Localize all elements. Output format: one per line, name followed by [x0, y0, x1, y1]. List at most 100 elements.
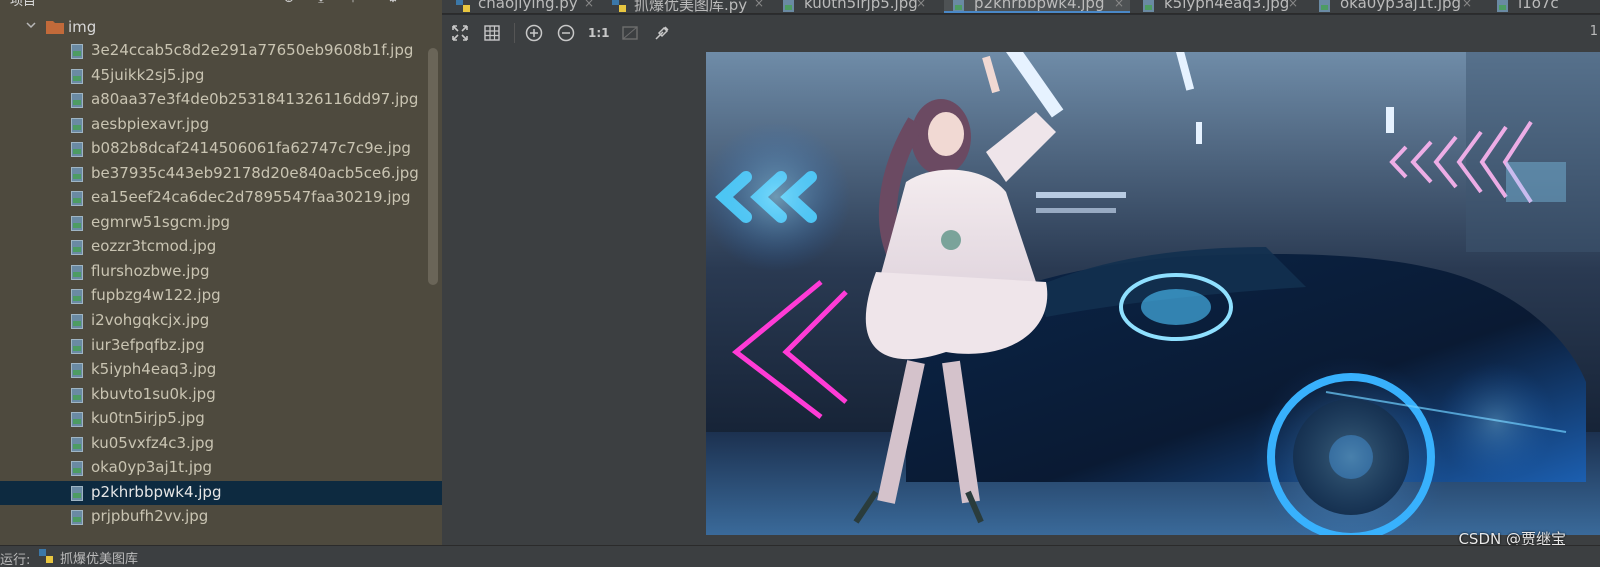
chevron-down-icon[interactable]: [25, 19, 37, 31]
tab-ku0tn5irjp5[interactable]: ku0tn5irjp5.jpg ×: [782, 0, 932, 13]
gear-icon[interactable]: ⚙: [384, 0, 402, 8]
zoom-out-icon[interactable]: [556, 23, 576, 43]
image-file-icon: [71, 215, 83, 231]
editor-tab-bar: chaojiying.py × 抓爆优美图库.py × ku0tn5irjp5.…: [442, 0, 1600, 14]
file-row[interactable]: oka0yp3aj1t.jpg: [0, 456, 442, 481]
image-file-icon: [71, 363, 83, 379]
close-icon[interactable]: ×: [1462, 0, 1472, 10]
collapse-all-icon[interactable]: ⤓: [312, 0, 330, 8]
file-row[interactable]: k5iyph4eaq3.jpg: [0, 358, 442, 383]
actual-size-button[interactable]: 1:1: [588, 23, 610, 43]
image-file-icon: [1319, 0, 1330, 12]
file-row[interactable]: a80aa37e3f4de0b2531841326116dd97.jpg: [0, 88, 442, 113]
tree-folder-img[interactable]: img: [0, 16, 442, 38]
file-row-selected[interactable]: p2khrbbpwk4.jpg: [0, 480, 442, 506]
tab-label: i1o7c: [1518, 0, 1559, 12]
image-file-icon: [71, 436, 83, 452]
file-label: p2khrbbpwk4.jpg: [91, 482, 222, 501]
tab-label: k5iyph4eaq3.jpg: [1164, 0, 1290, 12]
close-icon[interactable]: ×: [584, 0, 594, 10]
file-label: eozzr3tcmod.jpg: [91, 237, 217, 256]
file-row[interactable]: i2vohgqkcjx.jpg: [0, 309, 442, 334]
file-row[interactable]: prjpbufh2vv.jpg: [0, 505, 442, 530]
run-prefix-label: 运行:: [0, 553, 31, 567]
close-icon[interactable]: ×: [1288, 0, 1298, 10]
tab-crawler[interactable]: 抓爆优美图库.py ×: [612, 0, 770, 14]
image-file-icon: [71, 68, 83, 84]
tab-label: oka0yp3aj1t.jpg: [1340, 0, 1462, 12]
tree-scrollbar[interactable]: [428, 48, 438, 285]
tab-i1o7c[interactable]: i1o7c: [1496, 0, 1600, 13]
zoom-readout: 1: [1589, 24, 1598, 39]
file-row[interactable]: be37935c443eb92178d20e840acb5ce6.jpg: [0, 162, 442, 187]
file-label: be37935c443eb92178d20e840acb5ce6.jpg: [91, 163, 419, 182]
file-label: egmrw51sgcm.jpg: [91, 212, 231, 231]
image-file-icon: [783, 0, 794, 12]
project-dropdown-caret-icon[interactable]: ▾: [60, 0, 66, 3]
tab-k5iyph4eaq3[interactable]: k5iyph4eaq3.jpg ×: [1142, 0, 1302, 13]
target-icon[interactable]: ⊕: [280, 0, 298, 8]
file-label: iur3efpqfbz.jpg: [91, 335, 205, 354]
image-file-icon: [71, 240, 83, 256]
image-file-icon: [71, 289, 83, 305]
file-row[interactable]: flurshozbwe.jpg: [0, 260, 442, 285]
tab-p2khrbbpwk4[interactable]: p2khrbbpwk4.jpg ×: [944, 0, 1130, 13]
python-file-icon: [39, 549, 53, 563]
image-file-icon: [71, 264, 83, 280]
folder-label: img: [68, 18, 97, 36]
file-row[interactable]: iur3efpqfbz.jpg: [0, 334, 442, 359]
close-icon[interactable]: ×: [754, 0, 764, 10]
image-file-icon: [71, 191, 83, 207]
file-label: k5iyph4eaq3.jpg: [91, 360, 217, 379]
tab-label: 抓爆优美图库.py: [634, 0, 748, 14]
file-row[interactable]: b082b8dcaf2414506061fa62747c7c9e.jpg: [0, 137, 442, 162]
file-label: oka0yp3aj1t.jpg: [91, 458, 213, 477]
image-file-icon: [71, 461, 83, 477]
file-row[interactable]: ku05vxfz4c3.jpg: [0, 432, 442, 457]
close-icon[interactable]: ×: [1114, 0, 1124, 10]
image-file-icon: [71, 166, 83, 182]
project-title[interactable]: 项目: [10, 0, 36, 9]
file-label: i2vohgqkcjx.jpg: [91, 311, 210, 330]
close-icon[interactable]: ×: [916, 0, 926, 10]
folder-icon: [46, 21, 64, 34]
photo-render: [706, 52, 1600, 535]
tab-chaojiying[interactable]: chaojiying.py ×: [456, 0, 596, 13]
image-file-icon: [71, 338, 83, 354]
fit-to-window-icon[interactable]: [450, 23, 470, 43]
toolbar-separator: [514, 23, 515, 43]
chessboard-icon[interactable]: [620, 23, 640, 43]
file-label: aesbpiexavr.jpg: [91, 114, 210, 133]
file-row[interactable]: 45juikk2sj5.jpg: [0, 64, 442, 89]
image-file-icon: [71, 44, 83, 59]
tab-label: chaojiying.py: [478, 0, 578, 12]
file-label: a80aa37e3f4de0b2531841326116dd97.jpg: [91, 90, 419, 109]
image-file-icon: [71, 93, 83, 109]
file-row[interactable]: fupbzg4w122.jpg: [0, 284, 442, 309]
image-file-icon: [71, 485, 83, 501]
file-row[interactable]: aesbpiexavr.jpg: [0, 113, 442, 138]
python-file-icon: [612, 0, 626, 12]
file-row[interactable]: egmrw51sgcm.jpg: [0, 211, 442, 236]
file-row[interactable]: eozzr3tcmod.jpg: [0, 235, 442, 260]
file-label: b082b8dcaf2414506061fa62747c7c9e.jpg: [91, 139, 411, 158]
image-file-icon: [71, 510, 83, 526]
zoom-in-icon[interactable]: [524, 23, 544, 43]
run-config-tab[interactable]: 抓爆优美图库: [60, 548, 138, 567]
image-file-icon: [71, 412, 83, 428]
grid-icon[interactable]: [482, 23, 502, 43]
file-row[interactable]: kbuvto1su0k.jpg: [0, 383, 442, 408]
file-row[interactable]: ea15eef24ca6dec2d7895547faa30219.jpg: [0, 186, 442, 211]
active-tab-underline: [944, 11, 1130, 13]
file-label: flurshozbwe.jpg: [91, 261, 210, 280]
tab-oka0yp3aj1t[interactable]: oka0yp3aj1t.jpg ×: [1318, 0, 1478, 13]
file-row[interactable]: 3e24ccab5c8d2e291a77650eb9608b1f.jpg: [0, 39, 442, 64]
eyedropper-icon[interactable]: [652, 23, 672, 43]
python-file-icon: [456, 0, 470, 12]
expand-icon[interactable]: ⤒: [344, 0, 362, 8]
file-row[interactable]: ku0tn5irjp5.jpg: [0, 407, 442, 432]
file-label: ea15eef24ca6dec2d7895547faa30219.jpg: [91, 188, 411, 207]
project-header: 项目 ▾ ⊕ ⤓ ⤒ ⚙: [0, 0, 442, 10]
image-file-icon: [1143, 0, 1154, 12]
run-toolbar: 运行: 抓爆优美图库: [0, 545, 1600, 567]
